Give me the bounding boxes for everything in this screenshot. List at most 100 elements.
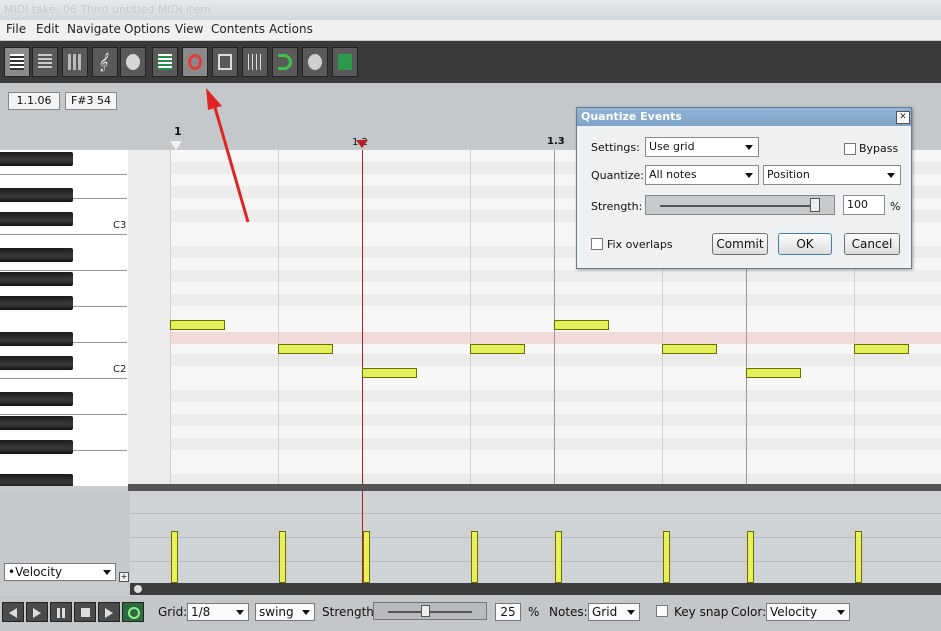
midi-note[interactable] (746, 368, 801, 378)
black-key[interactable] (0, 474, 73, 486)
notes-select[interactable]: Grid (588, 603, 640, 621)
velocity-bar[interactable] (555, 531, 562, 583)
black-key[interactable] (0, 248, 73, 262)
skip-start-icon (9, 608, 17, 618)
velocity-bar[interactable] (363, 531, 370, 583)
cc-lane-select[interactable]: •Velocity (4, 563, 116, 581)
quantize-select[interactable]: All notes (645, 165, 759, 185)
toolbox-button[interactable] (212, 47, 238, 77)
highlighted-row (170, 332, 941, 344)
loop-button[interactable] (272, 47, 298, 77)
strength-input[interactable]: 100 (843, 195, 885, 215)
swing-select[interactable]: swing (255, 603, 315, 621)
download-button[interactable] (332, 47, 358, 77)
note-readout: F#3 54 (65, 92, 117, 110)
strength-slider[interactable] (373, 602, 487, 620)
grid-label: Grid: (158, 605, 188, 619)
settings-select[interactable]: Use grid (645, 137, 759, 157)
palette-button[interactable] (120, 47, 146, 77)
pause-button[interactable] (50, 602, 72, 622)
midi-note[interactable] (554, 320, 609, 330)
black-key[interactable] (0, 272, 73, 286)
scroll-thumb-icon[interactable] (134, 585, 142, 593)
black-key[interactable] (0, 152, 73, 166)
cancel-button[interactable]: Cancel (844, 233, 900, 255)
stop-button[interactable] (74, 602, 96, 622)
piano-roll-button[interactable] (4, 47, 30, 77)
key-snap-checkbox[interactable] (656, 605, 668, 617)
velocity-lane[interactable] (130, 491, 941, 583)
repeat-button[interactable] (122, 602, 144, 622)
black-key[interactable] (0, 440, 73, 454)
midi-note[interactable] (854, 344, 909, 354)
velocity-bar[interactable] (471, 531, 478, 583)
midi-note[interactable] (362, 368, 417, 378)
quantize-label: Quantize: (591, 169, 644, 182)
dots-grid-button[interactable] (242, 47, 268, 77)
grid-select[interactable]: 1/8 (187, 603, 249, 621)
black-key[interactable] (0, 332, 73, 346)
quantize-button[interactable] (182, 47, 208, 77)
midi-note[interactable] (470, 344, 525, 354)
settings-select-value: Use grid (649, 140, 695, 153)
velocity-bar[interactable] (171, 531, 178, 583)
black-key[interactable] (0, 356, 73, 370)
midi-note[interactable] (170, 320, 225, 330)
named-notes-icon (38, 54, 52, 70)
ok-button[interactable]: OK (778, 233, 832, 255)
strength-slider-thumb[interactable] (810, 198, 820, 212)
velocity-bar[interactable] (279, 531, 286, 583)
piano-keyboard[interactable]: C3 C2 (0, 150, 129, 486)
menu-navigate[interactable]: Navigate (67, 22, 121, 36)
play-button[interactable] (26, 602, 48, 622)
black-key[interactable] (0, 392, 73, 406)
treble-clef-icon: 𝄞 (98, 52, 108, 71)
color-palette-button[interactable] (302, 47, 328, 77)
skip-end-button[interactable] (98, 602, 120, 622)
notation-button[interactable]: 𝄞 (92, 47, 118, 77)
loop-start-marker[interactable] (170, 141, 182, 150)
menu-actions[interactable]: Actions (269, 22, 313, 36)
menu-options[interactable]: Options (124, 22, 170, 36)
black-key[interactable] (0, 188, 73, 202)
named-notes-button[interactable] (32, 47, 58, 77)
strength-input-value: 100 (847, 198, 868, 211)
velocity-bar[interactable] (747, 531, 754, 583)
cc-lane-select-value: •Velocity (8, 565, 63, 579)
strength-slider-thumb[interactable] (421, 605, 430, 617)
playhead-marker[interactable] (356, 140, 368, 148)
strength-label: Strength: (591, 200, 643, 213)
black-key[interactable] (0, 416, 73, 430)
skip-start-button[interactable] (2, 602, 24, 622)
pause-icon (57, 608, 65, 618)
position-select-value: Position (767, 168, 810, 181)
menu-contents[interactable]: Contents (211, 22, 265, 36)
commit-button[interactable]: Commit (712, 233, 768, 255)
strength-input[interactable]: 25 (495, 603, 521, 621)
color-select[interactable]: Velocity (766, 603, 850, 621)
velocity-bar[interactable] (855, 531, 862, 583)
midi-note[interactable] (662, 344, 717, 354)
fix-overlaps-checkbox[interactable] (591, 238, 603, 250)
velocity-bar[interactable] (663, 531, 670, 583)
close-icon[interactable]: ✕ (896, 111, 910, 124)
event-list-button[interactable] (62, 47, 88, 77)
fix-overlaps-label: Fix overlaps (607, 238, 673, 251)
menu-edit[interactable]: Edit (36, 22, 59, 36)
position-select[interactable]: Position (763, 165, 901, 185)
black-key[interactable] (0, 296, 73, 310)
quantize-select-value: All notes (649, 168, 697, 181)
toolbar: 𝄞 (0, 41, 941, 83)
midi-note[interactable] (278, 344, 333, 354)
menu-view[interactable]: View (175, 22, 203, 36)
black-key[interactable] (0, 212, 73, 226)
menu-file[interactable]: File (6, 22, 26, 36)
horizontal-scrollbar[interactable] (130, 583, 941, 595)
add-lane-button[interactable]: + (119, 572, 129, 582)
key-label-c2: C2 (113, 364, 127, 375)
playhead-line (362, 150, 363, 486)
lane-divider[interactable] (128, 484, 941, 491)
grid-view-button[interactable] (152, 47, 178, 77)
bypass-checkbox[interactable] (844, 143, 856, 155)
strength-slider[interactable] (645, 195, 835, 215)
